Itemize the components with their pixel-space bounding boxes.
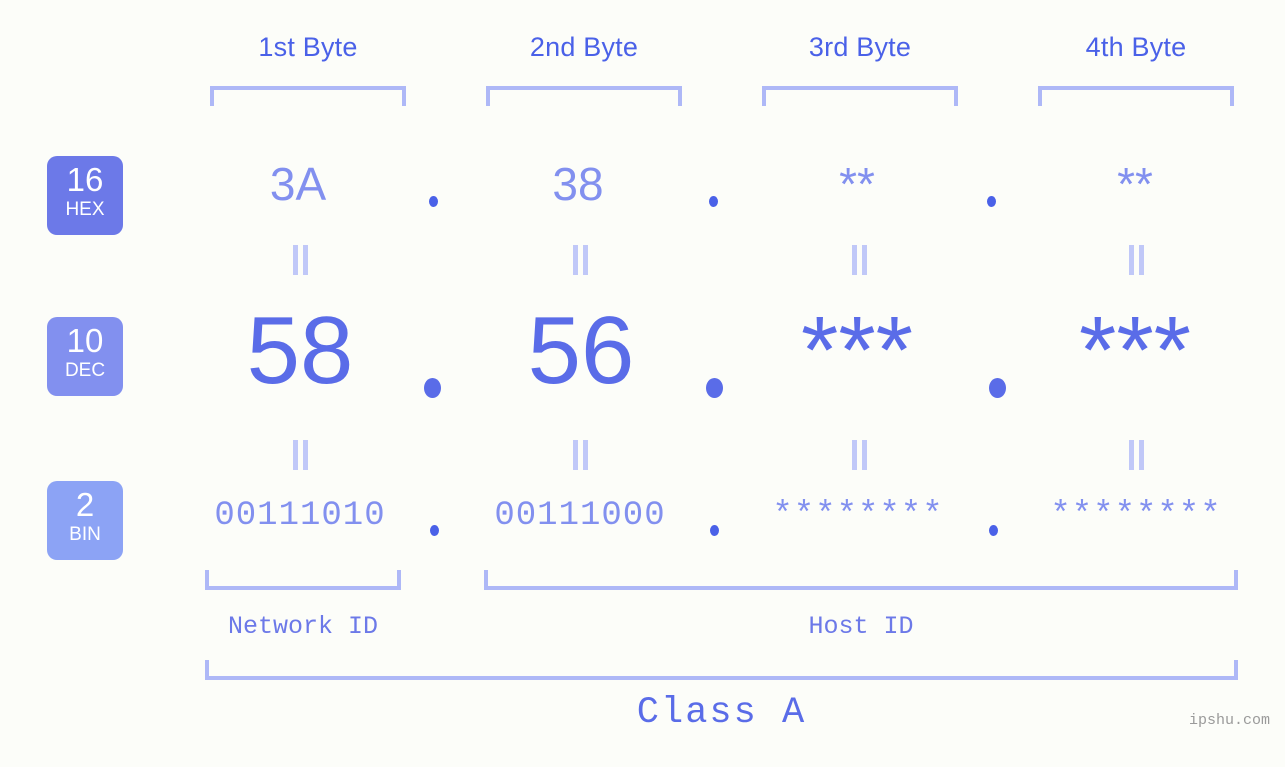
equals-icon-dec-bin-2 <box>570 440 590 470</box>
base-badge-hex-name: HEX <box>65 199 105 220</box>
bin-byte-4: ******** <box>1050 497 1222 535</box>
base-badge-hex-number: 16 <box>66 161 104 198</box>
hex-byte-3: ** <box>839 158 875 210</box>
bin-separator-dot-2 <box>710 525 719 536</box>
byte-header-4: 4th Byte <box>1085 32 1187 62</box>
host-id-bracket <box>484 570 1238 590</box>
network-id-label: Network ID <box>227 612 379 641</box>
byte-bracket-4 <box>1038 86 1234 106</box>
hex-separator-dot-3 <box>987 196 996 207</box>
base-badge-dec-number: 10 <box>66 322 104 359</box>
byte-header-2: 2nd Byte <box>529 32 639 62</box>
equals-icon-hex-dec-1 <box>290 245 310 275</box>
byte-header-1: 1st Byte <box>258 32 358 62</box>
byte-header-3: 3rd Byte <box>808 32 912 62</box>
base-badge-dec-name: DEC <box>64 360 106 381</box>
class-label: Class A <box>636 692 807 734</box>
dec-byte-1: 58 <box>246 297 354 404</box>
dec-byte-3: *** <box>800 297 914 404</box>
dec-byte-4: *** <box>1078 297 1192 404</box>
base-badge-bin-number: 2 <box>75 486 95 523</box>
hex-byte-2: 38 <box>552 158 604 210</box>
equals-icon-dec-bin-3 <box>849 440 869 470</box>
dec-separator-dot-2 <box>706 378 723 398</box>
equals-icon-hex-dec-2 <box>570 245 590 275</box>
bin-byte-3: ******** <box>772 497 944 535</box>
host-id-label: Host ID <box>808 612 914 641</box>
base-badge-bin-name: BIN <box>69 524 101 545</box>
equals-icon-dec-bin-1 <box>290 440 310 470</box>
byte-bracket-3 <box>762 86 958 106</box>
watermark: ipshu.com <box>1188 712 1270 729</box>
equals-icon-dec-bin-4 <box>1126 440 1146 470</box>
network-id-bracket <box>205 570 401 590</box>
class-bracket <box>205 660 1238 680</box>
equals-icon-hex-dec-3 <box>849 245 869 275</box>
dec-separator-dot-1 <box>424 378 441 398</box>
hex-byte-4: ** <box>1117 158 1153 210</box>
equals-icon-hex-dec-4 <box>1126 245 1146 275</box>
bin-separator-dot-1 <box>430 525 439 536</box>
base-badge-bin: 2 BIN <box>47 481 123 560</box>
dec-separator-dot-3 <box>989 378 1006 398</box>
byte-bracket-2 <box>486 86 682 106</box>
hex-separator-dot-1 <box>429 196 438 207</box>
bin-byte-1: 00111010 <box>214 497 386 535</box>
base-badge-dec: 10 DEC <box>47 317 123 396</box>
ip-address-breakdown-diagram: 1st Byte 2nd Byte 3rd Byte 4th Byte 16 H… <box>0 0 1285 767</box>
bin-byte-2: 00111000 <box>494 497 666 535</box>
bin-separator-dot-3 <box>989 525 998 536</box>
base-badge-hex: 16 HEX <box>47 156 123 235</box>
hex-byte-1: 3A <box>269 158 327 210</box>
hex-separator-dot-2 <box>709 196 718 207</box>
byte-bracket-1 <box>210 86 406 106</box>
dec-byte-2: 56 <box>527 297 635 404</box>
